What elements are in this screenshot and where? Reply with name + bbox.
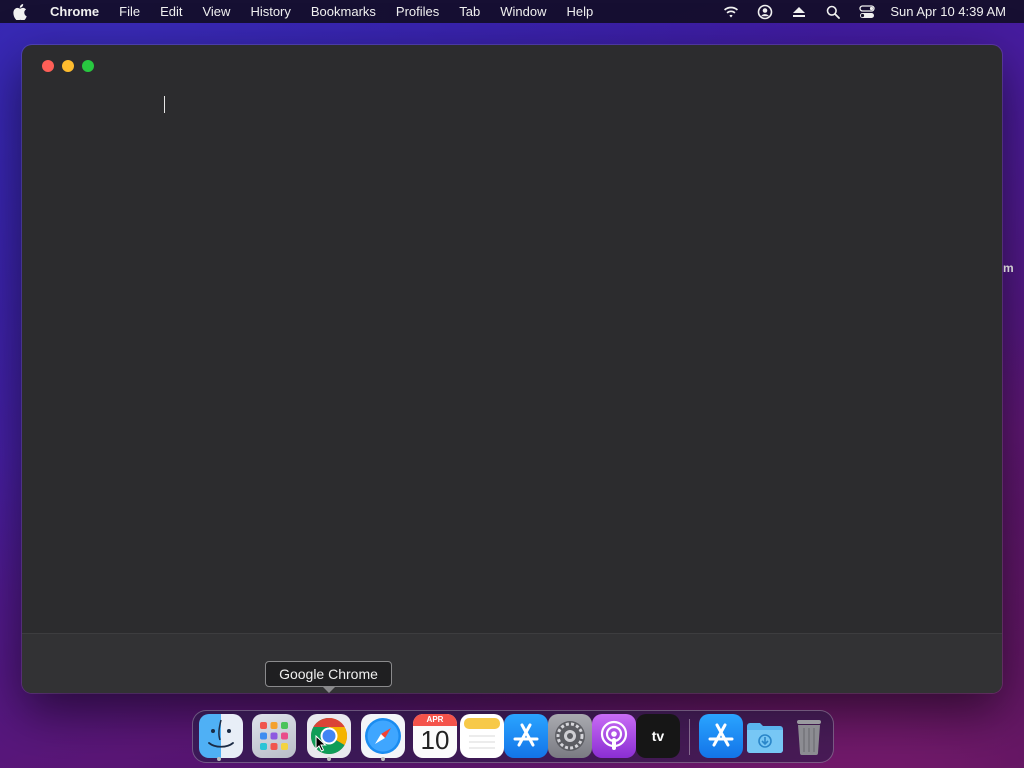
app-store-icon[interactable] — [504, 714, 548, 758]
user-icon[interactable] — [748, 0, 782, 23]
menu-app-chrome[interactable]: Chrome — [40, 0, 109, 23]
minimize-button[interactable] — [62, 60, 74, 72]
mouse-pointer-icon — [315, 734, 327, 757]
eject-icon[interactable] — [782, 0, 816, 23]
menu-help[interactable]: Help — [557, 0, 604, 23]
podcasts-icon[interactable] — [592, 714, 636, 758]
safari-running-indicator — [381, 757, 385, 761]
dock-separator — [689, 719, 690, 755]
control-center-icon[interactable] — [850, 0, 884, 23]
dock: APR 10 tv — [192, 710, 834, 763]
wifi-icon[interactable] — [714, 0, 748, 23]
dock-tooltip: Google Chrome — [265, 661, 392, 693]
trash-icon[interactable] — [787, 714, 831, 758]
menubar-clock[interactable]: Sun Apr 10 4:39 AM — [884, 0, 1024, 23]
downloads-folder-icon[interactable] — [743, 714, 787, 758]
chrome-running-indicator — [327, 757, 331, 761]
finder-icon[interactable] — [199, 714, 243, 758]
chrome-window[interactable] — [22, 45, 1002, 693]
close-button[interactable] — [42, 60, 54, 72]
notes-icon[interactable] — [460, 714, 504, 758]
launchpad-icon[interactable] — [252, 714, 296, 758]
apple-tv-icon[interactable]: tv — [636, 714, 680, 758]
text-caret — [164, 96, 165, 113]
system-preferences-icon[interactable] — [548, 714, 592, 758]
menu-window[interactable]: Window — [490, 0, 556, 23]
menu-history[interactable]: History — [240, 0, 300, 23]
calendar-icon[interactable]: APR 10 — [413, 714, 457, 758]
window-controls — [42, 60, 94, 72]
safari-icon[interactable] — [361, 714, 405, 758]
offscreen-window-edge-text: m — [1003, 261, 1014, 275]
apple-menu-icon[interactable] — [0, 0, 40, 23]
window-footer — [22, 633, 1002, 693]
maximize-button[interactable] — [82, 60, 94, 72]
menu-bookmarks[interactable]: Bookmarks — [301, 0, 386, 23]
search-icon[interactable] — [816, 0, 850, 23]
tv-label: tv — [651, 728, 665, 744]
menu-file[interactable]: File — [109, 0, 150, 23]
menu-profiles[interactable]: Profiles — [386, 0, 449, 23]
calendar-day: 10 — [420, 725, 450, 755]
app-store-recent-icon[interactable] — [699, 714, 743, 758]
menu-view[interactable]: View — [192, 0, 240, 23]
menu-tab[interactable]: Tab — [449, 0, 490, 23]
menu-edit[interactable]: Edit — [150, 0, 192, 23]
chrome-icon[interactable] — [307, 714, 351, 758]
menu-bar: Chrome File Edit View History Bookmarks … — [0, 0, 1024, 23]
finder-running-indicator — [217, 757, 221, 761]
